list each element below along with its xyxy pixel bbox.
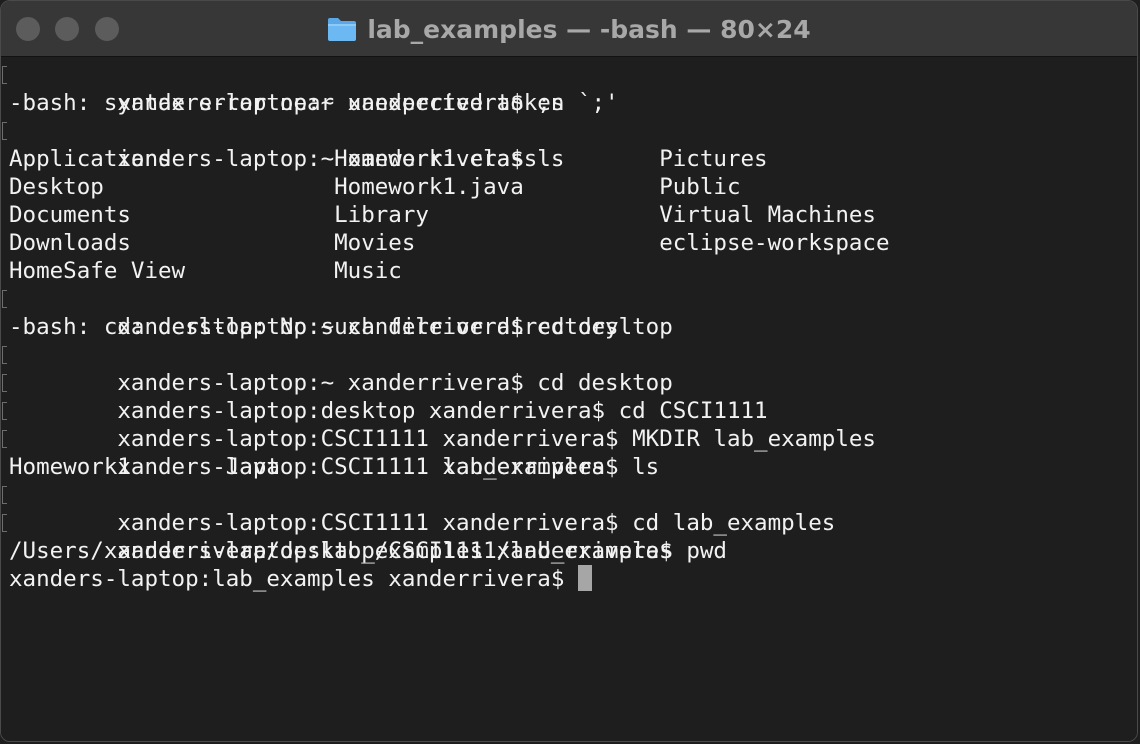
terminal-window: lab_examples — -bash — 80×24 xanders-lap… bbox=[0, 0, 1138, 742]
terminal-output[interactable]: xanders-laptop:~ xanderrivera$ ;s -bash:… bbox=[1, 58, 1134, 741]
output-line: Desktop Homework1.java Public bbox=[9, 174, 741, 200]
command-mark-left bbox=[2, 486, 7, 504]
command-mark-left bbox=[2, 66, 7, 84]
zoom-window-button[interactable] bbox=[95, 17, 119, 41]
window-title-group: lab_examples — -bash — 80×24 bbox=[1, 1, 1137, 57]
output-line: Applications Homework1.class Pictures bbox=[9, 146, 768, 172]
output-line: Downloads Movies eclipse-workspace bbox=[9, 230, 890, 256]
command-line: xanders-laptop:~ xanderrivera$ ;s bbox=[2, 61, 1134, 116]
command-mark-left bbox=[2, 402, 7, 420]
command-line: xanders-laptop:~ xanderrivera$ ls bbox=[2, 117, 1134, 172]
command-line: xanders-laptop:~ xanderrivera$ cd deskto… bbox=[2, 341, 1134, 396]
title-bar[interactable]: lab_examples — -bash — 80×24 bbox=[1, 1, 1137, 57]
output-line: Homework1 Java lab_examples bbox=[9, 454, 606, 480]
scrollbar[interactable] bbox=[1121, 58, 1137, 741]
output-line: -bash: syntax error near unexpected toke… bbox=[9, 90, 619, 116]
command-line: xanders-laptop:CSCI1111 xanderrivera$ cd… bbox=[2, 481, 1134, 536]
minimize-window-button[interactable] bbox=[55, 17, 79, 41]
command-line: xanders-laptop:~ xanderrivera$ cd deslto… bbox=[2, 285, 1134, 340]
terminal-lines: xanders-laptop:~ xanderrivera$ ;s -bash:… bbox=[2, 61, 1134, 593]
current-prompt: xanders-laptop:lab_examples xanderrivera… bbox=[9, 566, 578, 592]
command-mark-left bbox=[2, 290, 7, 308]
output-line: -bash: cd: desltop: No such file or dire… bbox=[9, 314, 619, 340]
command-line: xanders-laptop:CSCI1111 xanderrivera$ ls bbox=[2, 425, 1134, 480]
output-line: HomeSafe View Music bbox=[9, 258, 402, 284]
folder-icon bbox=[328, 18, 357, 41]
command-mark-left bbox=[2, 346, 7, 364]
text-cursor[interactable] bbox=[577, 564, 592, 591]
prompt-line[interactable]: xanders-laptop:lab_examples xanderrivera… bbox=[9, 564, 890, 593]
command-line: xanders-laptop:desktop xanderrivera$ cd … bbox=[2, 369, 1134, 424]
output-line: Documents Library Virtual Machines bbox=[9, 202, 876, 228]
command-line: xanders-laptop:CSCI1111 xanderrivera$ MK… bbox=[2, 397, 1134, 452]
command-mark-left bbox=[2, 430, 7, 448]
window-title: lab_examples — -bash — 80×24 bbox=[367, 14, 811, 44]
close-window-button[interactable] bbox=[16, 17, 40, 41]
output-line: /Users/xanderrivera/desktop/CSCI1111/lab… bbox=[9, 538, 673, 564]
command-mark-left bbox=[2, 122, 7, 140]
command-mark-left bbox=[2, 514, 7, 532]
command-mark-left bbox=[2, 374, 7, 392]
command-line: xanders-laptop:lab_examples xanderrivera… bbox=[2, 509, 1134, 564]
